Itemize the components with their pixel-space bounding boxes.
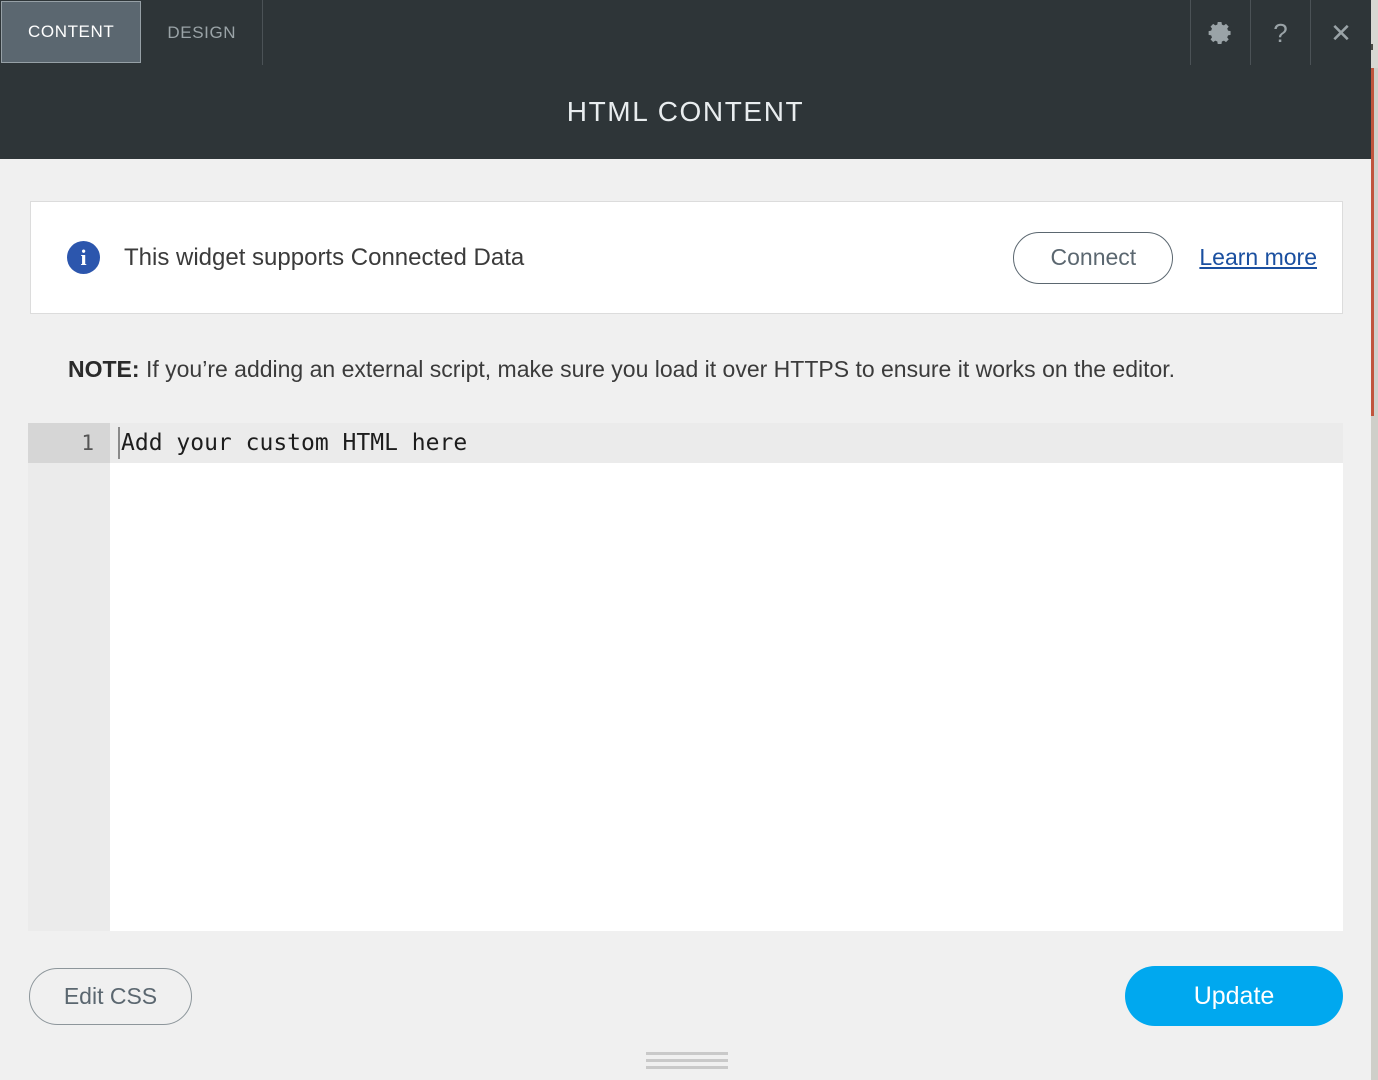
edit-css-button[interactable]: Edit CSS (29, 968, 192, 1025)
connected-data-message: This widget supports Connected Data (124, 243, 525, 271)
gear-icon-button[interactable] (1191, 0, 1251, 65)
editor-active-line[interactable]: Add your custom HTML here (110, 423, 1343, 463)
panel-resize-handle[interactable] (646, 1052, 728, 1073)
close-icon-button[interactable]: ✕ (1311, 0, 1371, 65)
info-icon: i (67, 241, 100, 274)
resize-line (646, 1052, 728, 1055)
connected-data-notice: i This widget supports Connected Data Co… (30, 201, 1343, 314)
line-number: 1 (28, 423, 110, 463)
tab-bar: CONTENT DESIGN ? ✕ (0, 0, 1371, 65)
tab-content[interactable]: CONTENT (1, 1, 142, 63)
https-note: NOTE: If you’re adding an external scrip… (68, 356, 1175, 383)
html-code-editor[interactable]: 1 Add your custom HTML here (28, 423, 1343, 931)
tab-content-label: CONTENT (28, 22, 115, 41)
help-icon: ? (1273, 17, 1288, 48)
note-label: NOTE: (68, 356, 140, 382)
update-button[interactable]: Update (1125, 966, 1343, 1026)
learn-more-link[interactable]: Learn more (1199, 244, 1317, 271)
page-title: HTML CONTENT (566, 96, 805, 127)
text-caret (118, 427, 120, 459)
connect-button[interactable]: Connect (1013, 231, 1174, 284)
resize-line (646, 1066, 728, 1069)
gear-icon (1207, 19, 1235, 47)
note-text: If you’re adding an external script, mak… (139, 356, 1176, 382)
html-content-settings-panel: CONTENT DESIGN ? ✕ HTML CONTENT i This w… (0, 0, 1371, 1080)
connected-data-actions: Connect Learn more (1013, 231, 1317, 284)
editor-gutter: 1 (28, 423, 110, 931)
panel-header: HTML CONTENT (0, 65, 1371, 159)
tab-design-label: DESIGN (167, 22, 237, 42)
resize-line (646, 1059, 728, 1062)
close-icon: ✕ (1330, 17, 1352, 48)
tab-bar-spacer (263, 0, 1191, 65)
editor-code-area[interactable]: Add your custom HTML here (110, 423, 1343, 931)
tab-design[interactable]: DESIGN (141, 0, 264, 65)
help-icon-button[interactable]: ? (1251, 0, 1311, 65)
editor-placeholder-text: Add your custom HTML here (121, 430, 468, 456)
panel-body: i This widget supports Connected Data Co… (0, 159, 1371, 1080)
